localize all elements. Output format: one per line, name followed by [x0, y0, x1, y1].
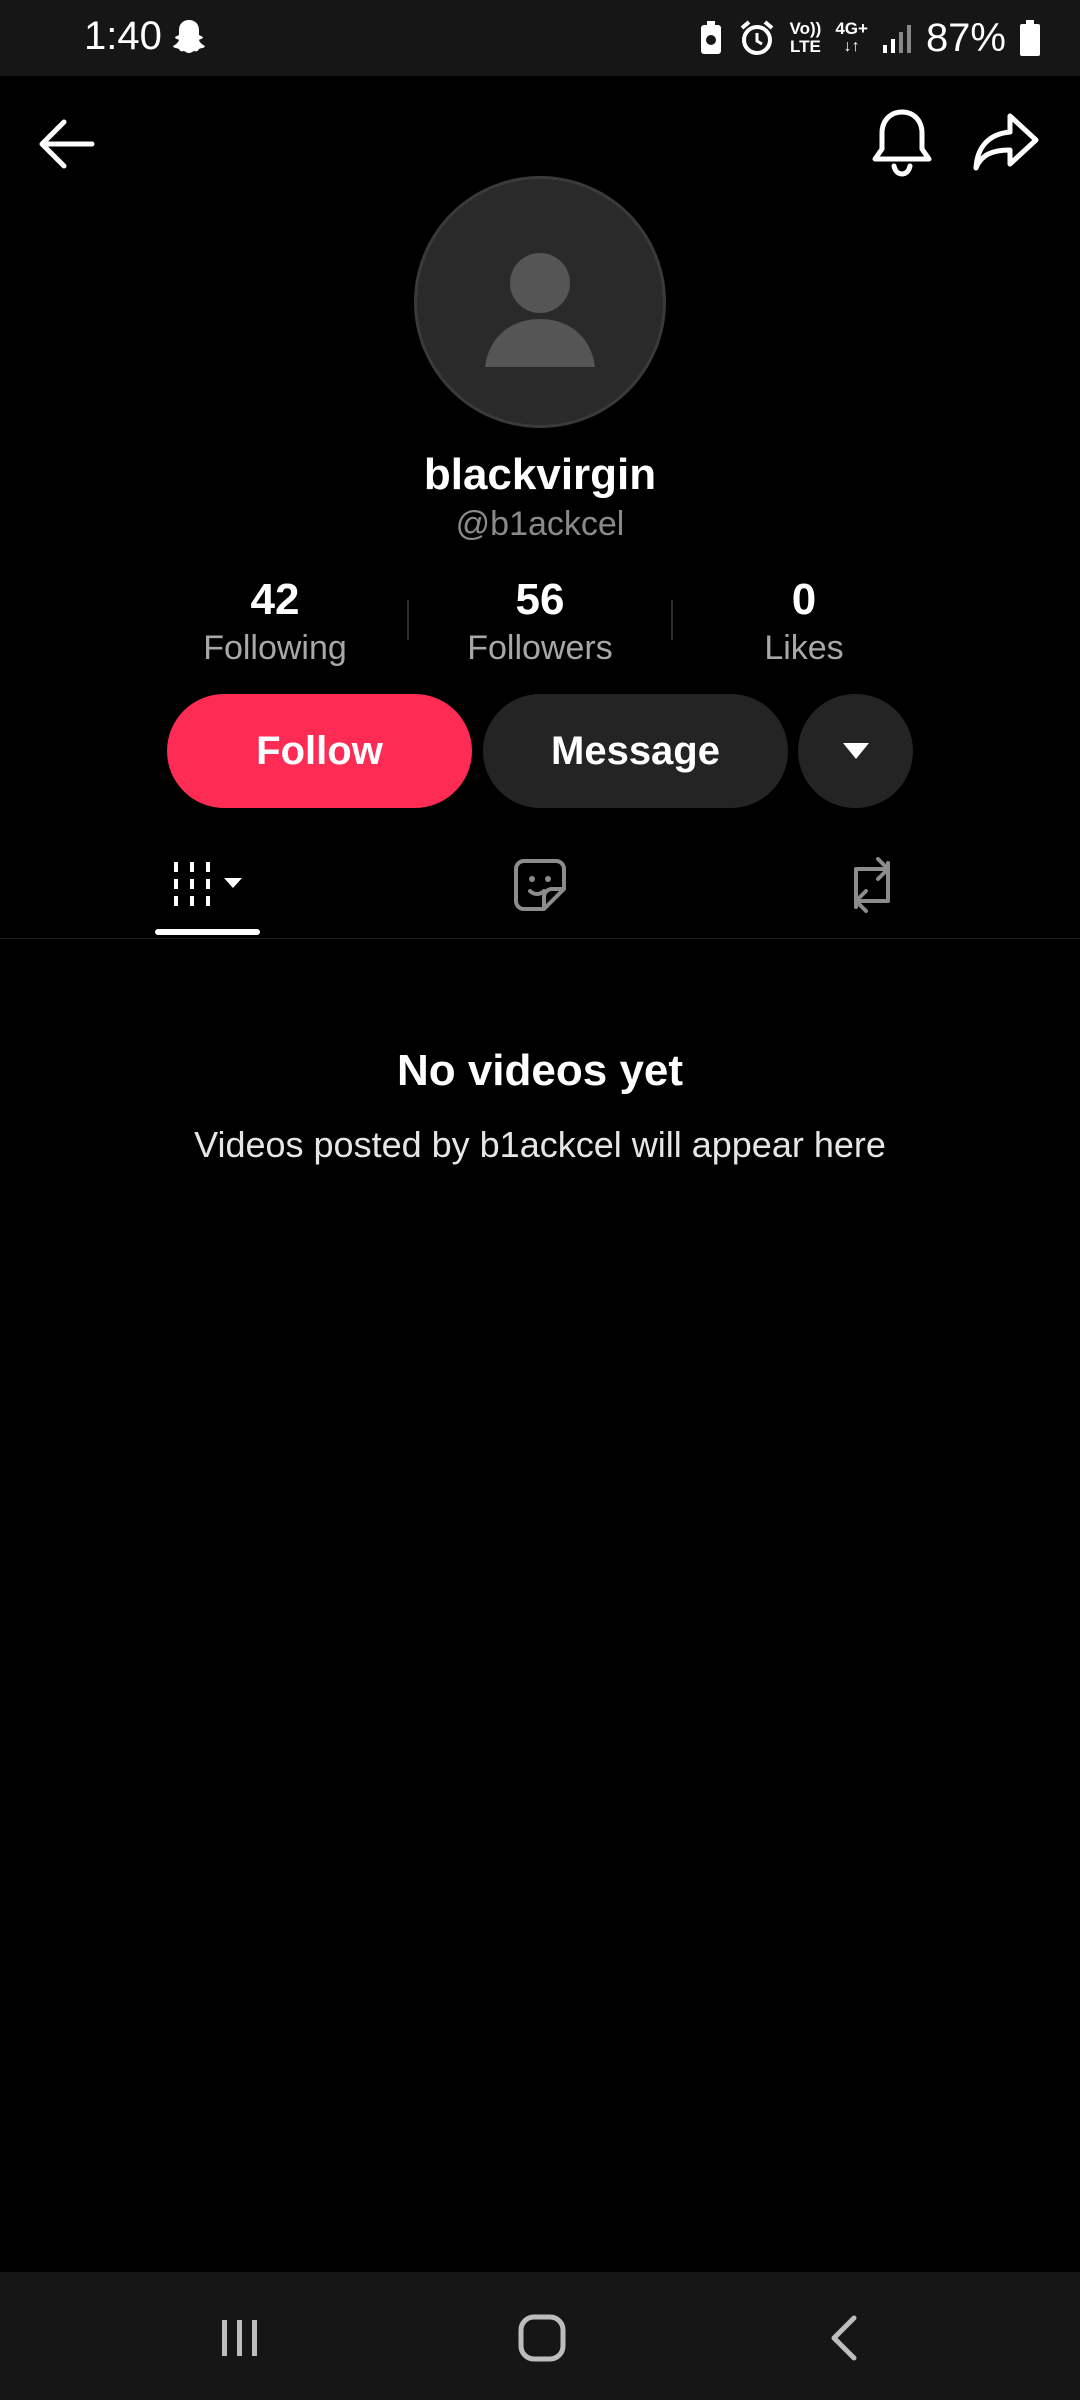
status-bar: 1:40 Vo)) LTE 4G+ ↓↑ 87%	[0, 0, 1080, 76]
message-button[interactable]: Message	[483, 694, 788, 808]
empty-state-subtitle: Videos posted by b1ackcel will appear he…	[194, 1124, 886, 1165]
empty-state-title: No videos yet	[396, 1046, 684, 1095]
volte-label-top: Vo))	[789, 19, 822, 38]
stat-likes: 0 Likes	[674, 574, 934, 670]
stat-divider	[671, 600, 673, 640]
tab-active-indicator	[155, 929, 260, 935]
stat-divider	[407, 600, 409, 640]
system-nav-bar	[0, 2272, 1080, 2400]
more-options-button[interactable]	[798, 694, 913, 808]
stat-label: Likes	[764, 629, 844, 667]
repost-icon	[854, 857, 890, 913]
tab-reposts[interactable]	[832, 850, 912, 920]
back-icon[interactable]	[816, 2308, 876, 2368]
tab-videos[interactable]	[155, 850, 260, 920]
battery-percent: 87%	[925, 15, 1006, 60]
follow-button[interactable]: Follow	[167, 694, 472, 808]
stat-following[interactable]: 42 Following	[145, 574, 405, 670]
stat-followers[interactable]: 56 Followers	[410, 574, 670, 670]
stat-value: 56	[515, 575, 565, 624]
status-time: 1:40	[84, 14, 162, 58]
signal-icon	[882, 25, 911, 53]
tab-stickers[interactable]	[500, 850, 580, 920]
volte-icon: Vo)) LTE	[790, 20, 822, 56]
back-arrow-icon[interactable]	[34, 112, 98, 176]
tab-divider	[0, 938, 1080, 939]
snapchat-ghost-icon	[173, 20, 205, 53]
alarm-icon	[740, 20, 773, 55]
battery-icon	[1020, 20, 1040, 56]
home-icon[interactable]	[512, 2308, 572, 2368]
caret-down-icon	[842, 743, 869, 759]
volte-label-bottom: LTE	[790, 37, 821, 56]
display-name: blackvirgin	[423, 450, 657, 499]
4g-data-icon: 4G+ ↓↑	[835, 19, 868, 56]
user-icon	[485, 253, 595, 367]
stat-value: 42	[250, 575, 300, 624]
videos-grid-icon	[173, 862, 242, 906]
battery-saver-icon	[700, 21, 721, 54]
sticker-icon	[514, 859, 566, 911]
profile-handle: @b1ackcel	[455, 505, 625, 543]
share-icon[interactable]	[972, 110, 1040, 174]
bell-icon[interactable]	[868, 106, 936, 178]
recents-icon[interactable]	[210, 2308, 270, 2368]
stat-value: 0	[791, 575, 817, 624]
status-icons: Vo)) LTE 4G+ ↓↑ 87%	[698, 12, 1040, 64]
stat-label: Following	[203, 629, 347, 667]
stat-label: Followers	[467, 629, 613, 667]
data-label: 4G+	[835, 19, 868, 38]
avatar[interactable]	[414, 176, 666, 428]
